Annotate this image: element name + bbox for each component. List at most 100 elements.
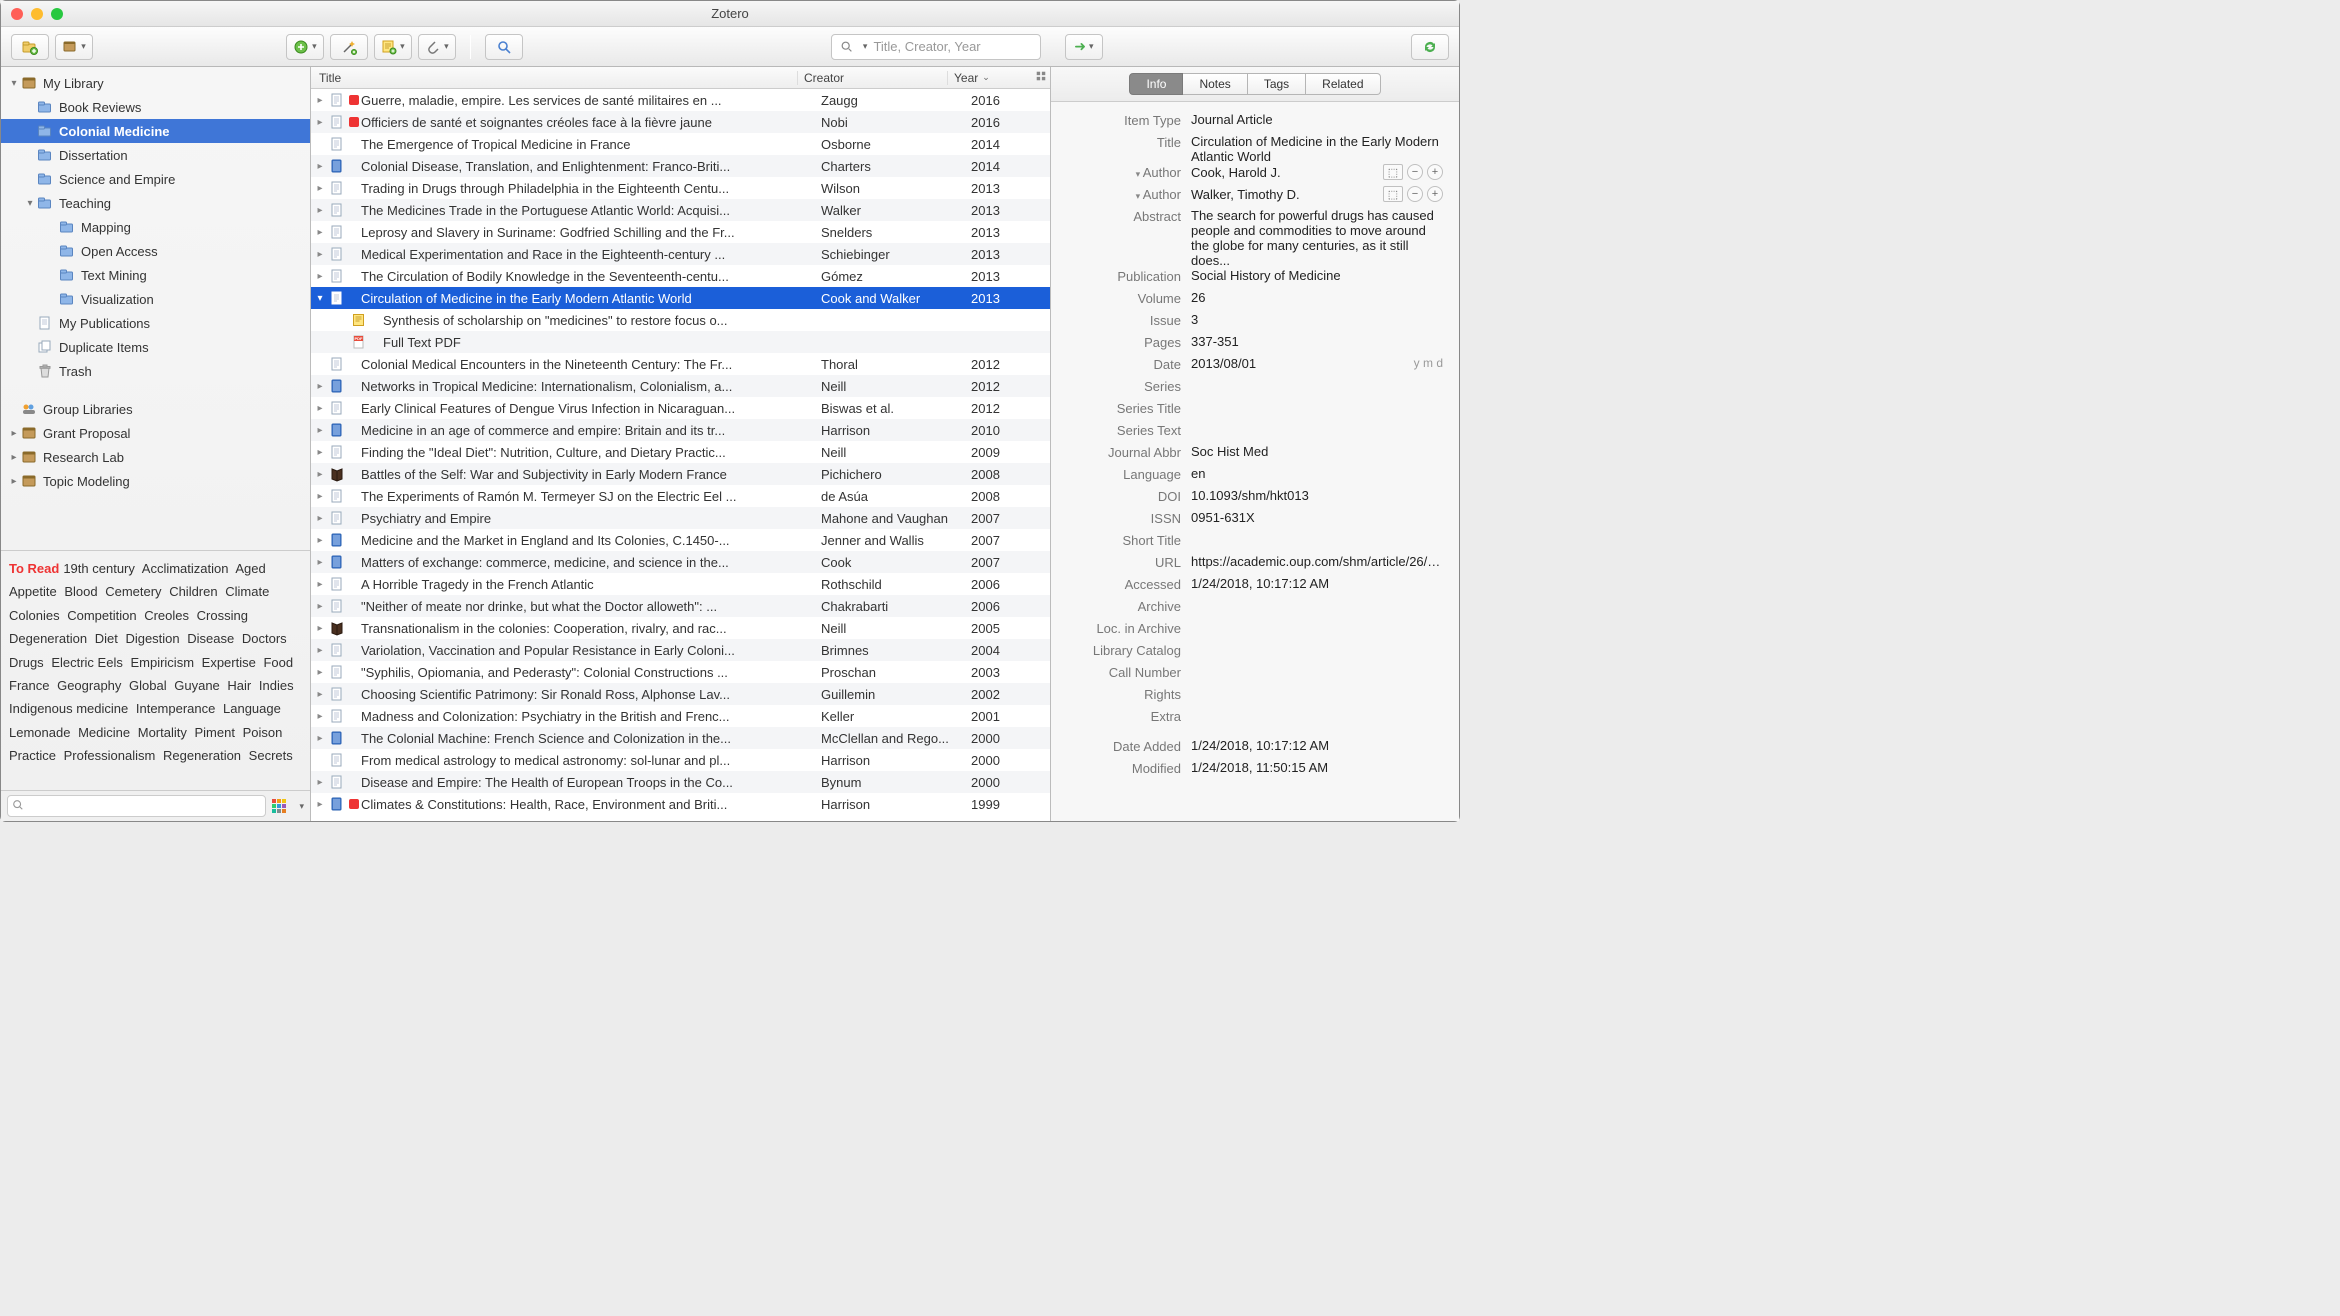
tag[interactable]: Children xyxy=(169,584,217,599)
item-row[interactable]: From medical astrology to medical astron… xyxy=(311,749,1050,771)
new-collection-button[interactable] xyxy=(11,34,49,60)
item-row[interactable]: ▸Medicine and the Market in England and … xyxy=(311,529,1050,551)
collection-row[interactable]: Visualization xyxy=(1,287,310,311)
disclosure-icon[interactable]: ▸ xyxy=(311,249,329,260)
disclosure-icon[interactable]: ▸ xyxy=(311,513,329,524)
disclosure-icon[interactable]: ▸ xyxy=(311,645,329,656)
field-url[interactable]: https://academic.oup.com/shm/article/26/… xyxy=(1191,554,1449,569)
tag[interactable]: Guyane xyxy=(174,678,220,693)
disclosure-icon[interactable]: ▸ xyxy=(311,491,329,502)
field-accessed[interactable]: 1/24/2018, 10:17:12 AM xyxy=(1191,576,1449,591)
field-author[interactable]: Walker, Timothy D.⬚−+ xyxy=(1191,186,1449,202)
disclosure-icon[interactable]: ▸ xyxy=(311,469,329,480)
item-row[interactable]: ▾Circulation of Medicine in the Early Mo… xyxy=(311,287,1050,309)
disclosure-icon[interactable]: ▸ xyxy=(311,799,329,810)
tag[interactable]: Electric Eels xyxy=(51,655,123,670)
special-row[interactable]: Duplicate Items xyxy=(1,335,310,359)
attachment-button[interactable]: ▾ xyxy=(418,34,456,60)
disclosure-icon[interactable]: ▸ xyxy=(311,777,329,788)
disclosure-icon[interactable]: ▸ xyxy=(311,161,329,172)
tag[interactable]: Indigenous medicine xyxy=(9,701,128,716)
item-row[interactable]: ▸Networks in Tropical Medicine: Internat… xyxy=(311,375,1050,397)
tag[interactable]: Drugs xyxy=(9,655,44,670)
creator-remove-button[interactable]: − xyxy=(1407,164,1423,180)
disclosure-icon[interactable]: ▸ xyxy=(311,447,329,458)
advanced-search-button[interactable] xyxy=(485,34,523,60)
new-note-button[interactable]: ▾ xyxy=(374,34,412,60)
tag[interactable]: Digestion xyxy=(125,631,179,646)
creator-add-button[interactable]: + xyxy=(1427,186,1443,202)
field-item-type[interactable]: Journal Article xyxy=(1191,112,1449,127)
item-row[interactable]: ▸Psychiatry and EmpireMahone and Vaughan… xyxy=(311,507,1050,529)
disclosure-icon[interactable]: ▸ xyxy=(311,557,329,568)
item-row[interactable]: ▸The Colonial Machine: French Science an… xyxy=(311,727,1050,749)
field-issue[interactable]: 3 xyxy=(1191,312,1449,327)
item-row[interactable]: ▸Guerre, maladie, empire. Les services d… xyxy=(311,89,1050,111)
tag[interactable]: Cemetery xyxy=(105,584,161,599)
tag[interactable]: Diet xyxy=(95,631,118,646)
item-row[interactable]: ▸Trading in Drugs through Philadelphia i… xyxy=(311,177,1050,199)
sync-button[interactable] xyxy=(1411,34,1449,60)
tag[interactable]: Food xyxy=(263,655,293,670)
tags-filter-input[interactable] xyxy=(7,795,266,817)
tag[interactable]: Intemperance xyxy=(136,701,216,716)
tag[interactable]: Geography xyxy=(57,678,121,693)
tag-highlight[interactable]: To Read xyxy=(9,561,59,576)
tag[interactable]: Regeneration xyxy=(163,748,241,763)
tag[interactable]: Appetite xyxy=(9,584,57,599)
item-row[interactable]: Synthesis of scholarship on "medicines" … xyxy=(311,309,1050,331)
tag[interactable]: Indies xyxy=(259,678,294,693)
field-publication[interactable]: Social History of Medicine xyxy=(1191,268,1449,283)
item-row[interactable]: ▸The Circulation of Bodily Knowledge in … xyxy=(311,265,1050,287)
tag[interactable]: Poison xyxy=(243,725,283,740)
tag[interactable]: 19th century xyxy=(63,561,135,576)
tag[interactable]: Colonies xyxy=(9,608,60,623)
disclosure-icon[interactable]: ▸ xyxy=(311,425,329,436)
item-row[interactable]: ▸Medical Experimentation and Race in the… xyxy=(311,243,1050,265)
close-window-icon[interactable] xyxy=(11,8,23,20)
item-row[interactable]: The Emergence of Tropical Medicine in Fr… xyxy=(311,133,1050,155)
item-row[interactable]: PDFFull Text PDF xyxy=(311,331,1050,353)
item-row[interactable]: ▸Choosing Scientific Patrimony: Sir Rona… xyxy=(311,683,1050,705)
tag[interactable]: Disease xyxy=(187,631,234,646)
item-row[interactable]: ▸Matters of exchange: commerce, medicine… xyxy=(311,551,1050,573)
item-row[interactable]: ▸The Medicines Trade in the Portuguese A… xyxy=(311,199,1050,221)
special-row[interactable]: Trash xyxy=(1,359,310,383)
col-creator[interactable]: Creator xyxy=(797,71,947,85)
field-author[interactable]: Cook, Harold J.⬚−+ xyxy=(1191,164,1449,180)
field-journal-abbr[interactable]: Soc Hist Med xyxy=(1191,444,1449,459)
tag-color-menu[interactable] xyxy=(272,799,290,813)
item-row[interactable]: ▸The Experiments of Ramón M. Termeyer SJ… xyxy=(311,485,1050,507)
item-row[interactable]: ▸Disease and Empire: The Health of Europ… xyxy=(311,771,1050,793)
disclosure-icon[interactable]: ▸ xyxy=(311,711,329,722)
disclosure-icon[interactable]: ▸ xyxy=(311,183,329,194)
item-row[interactable]: ▸Colonial Disease, Translation, and Enli… xyxy=(311,155,1050,177)
disclosure-icon[interactable]: ▸ xyxy=(311,535,329,546)
tag[interactable]: Competition xyxy=(67,608,136,623)
tags-pane[interactable]: To Read19th century Acclimatization Aged… xyxy=(1,550,310,790)
tag[interactable]: Secrets xyxy=(249,748,293,763)
tag[interactable]: Creoles xyxy=(144,608,189,623)
tag[interactable]: Language xyxy=(223,701,281,716)
tag[interactable]: Global xyxy=(129,678,167,693)
collection-row[interactable]: Mapping xyxy=(1,215,310,239)
tag[interactable]: Empiricism xyxy=(130,655,194,670)
tag[interactable]: Lemonade xyxy=(9,725,70,740)
disclosure-icon[interactable]: ▸ xyxy=(311,95,329,106)
group-row[interactable]: ▸Grant Proposal xyxy=(1,421,310,445)
field-date[interactable]: 2013/08/01y m d xyxy=(1191,356,1449,371)
collection-row[interactable]: Science and Empire xyxy=(1,167,310,191)
disclosure-icon[interactable]: ▸ xyxy=(311,403,329,414)
field-title[interactable]: Circulation of Medicine in the Early Mod… xyxy=(1191,134,1449,164)
tag[interactable]: Degeneration xyxy=(9,631,87,646)
item-row[interactable]: ▸"Syphilis, Opiomania, and Pederasty": C… xyxy=(311,661,1050,683)
collection-row[interactable]: ▾Teaching xyxy=(1,191,310,215)
tag[interactable]: Acclimatization xyxy=(142,561,229,576)
group-row[interactable]: ▸Topic Modeling xyxy=(1,469,310,493)
tag[interactable]: Practice xyxy=(9,748,56,763)
disclosure-icon[interactable]: ▸ xyxy=(311,579,329,590)
item-row[interactable]: ▸Variolation, Vaccination and Popular Re… xyxy=(311,639,1050,661)
tag[interactable]: Crossing xyxy=(197,608,248,623)
my-library[interactable]: ▾ My Library xyxy=(1,71,310,95)
group-libraries[interactable]: Group Libraries xyxy=(1,397,310,421)
